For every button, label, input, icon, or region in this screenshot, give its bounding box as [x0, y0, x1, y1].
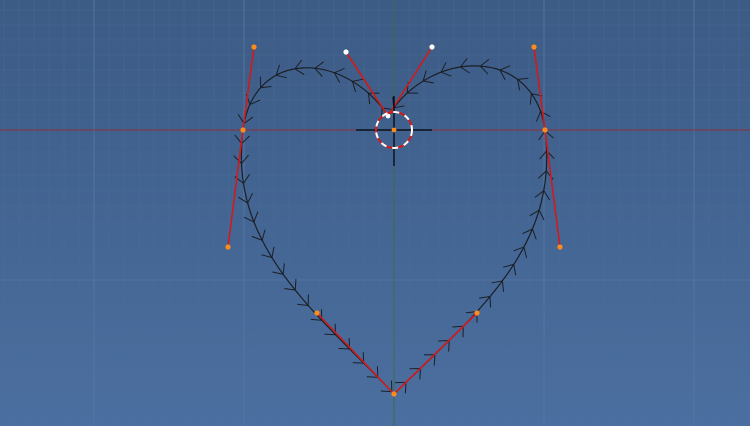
handle-point[interactable] [429, 44, 435, 50]
handle-point[interactable] [557, 244, 563, 250]
curve-direction-tick [324, 333, 336, 336]
viewport-background [0, 0, 750, 426]
control-point-upper-right[interactable] [542, 127, 548, 133]
handle-point[interactable] [474, 310, 480, 316]
curve-direction-tick [338, 347, 350, 350]
curve-direction-tick [366, 376, 378, 378]
3d-viewport[interactable] [0, 0, 750, 426]
curve-direction-tick [294, 279, 297, 291]
cursor-origin-dot [391, 127, 397, 133]
handle-point[interactable] [314, 310, 320, 316]
control-point-bottom-tip[interactable] [391, 391, 397, 397]
handle-point[interactable] [251, 44, 257, 50]
control-point-upper-left[interactable] [240, 127, 246, 133]
curve-direction-tick [404, 382, 407, 394]
curve-direction-tick [433, 354, 436, 366]
curve-direction-tick [419, 368, 421, 380]
handle-point[interactable] [225, 244, 231, 250]
handle-point[interactable] [343, 49, 349, 55]
curve-direction-tick [452, 325, 464, 328]
curve-direction-tick [489, 296, 492, 308]
handle-point[interactable] [531, 44, 537, 50]
